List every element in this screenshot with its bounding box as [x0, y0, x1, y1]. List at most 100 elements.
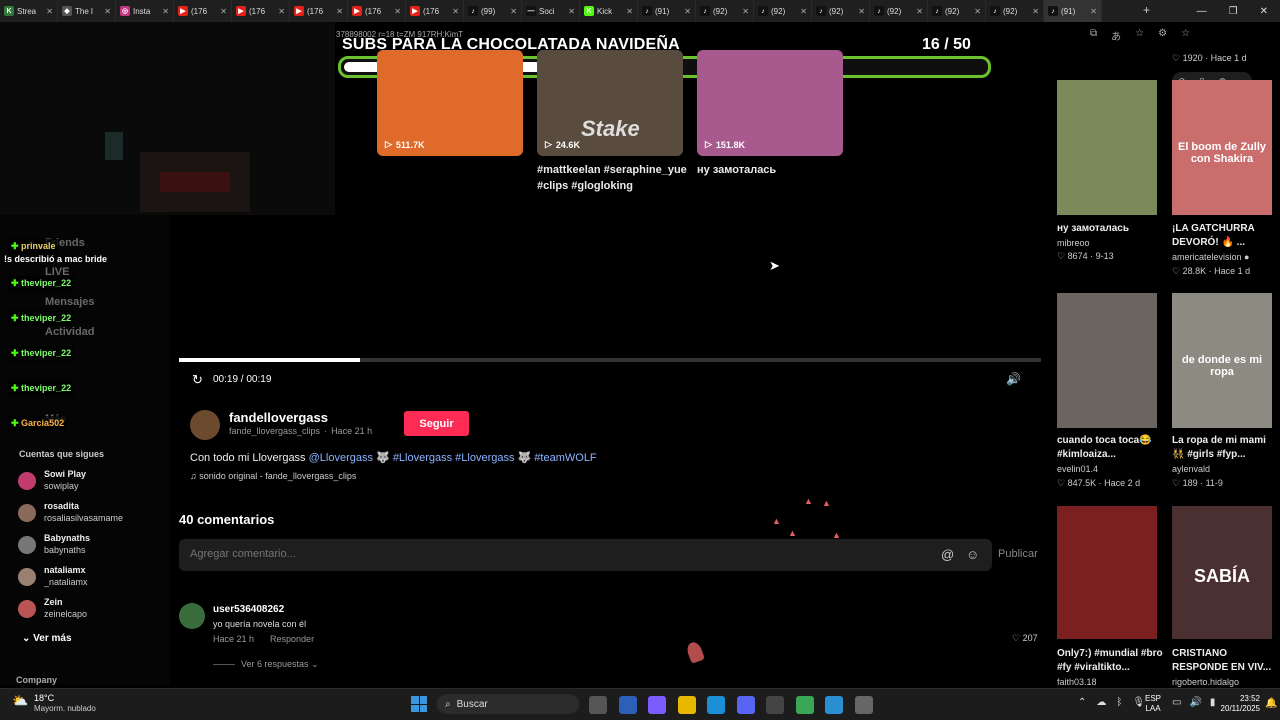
browser-tab[interactable]: ♪ (92) ✕: [986, 0, 1044, 22]
browser-tab[interactable]: ♪ (92) ✕: [870, 0, 928, 22]
sidebar-item-messages[interactable]: Mensajes: [45, 296, 95, 308]
mic-icon[interactable]: 🎙: [1132, 697, 1145, 708]
close-tab-icon[interactable]: ✕: [858, 7, 865, 16]
close-tab-icon[interactable]: ✕: [626, 7, 633, 16]
close-tab-icon[interactable]: ✕: [336, 7, 343, 16]
bluetooth-icon[interactable]: ᛒ: [1116, 697, 1122, 708]
file-explorer-icon[interactable]: [677, 696, 696, 714]
publish-button[interactable]: Publicar: [998, 548, 1038, 560]
video-card[interactable]: ▷ 511.7K: [377, 50, 523, 156]
close-tab-icon[interactable]: ✕: [104, 7, 111, 16]
close-tab-icon[interactable]: ✕: [278, 7, 285, 16]
close-tab-icon[interactable]: ✕: [452, 7, 459, 16]
reply-button[interactable]: Responder: [270, 634, 314, 644]
sound-link[interactable]: ♫ sonido original - fande_llovergass_cli…: [190, 471, 356, 481]
video-card[interactable]: ▷ 151.8K: [697, 50, 843, 156]
volume-icon[interactable]: 🔊: [1006, 372, 1021, 386]
account-avatar[interactable]: [18, 568, 36, 586]
browser-tab[interactable]: ♪ (92) ✕: [812, 0, 870, 22]
follow-button[interactable]: Seguir: [404, 411, 469, 436]
new-tab-icon[interactable]: +: [1143, 3, 1150, 17]
minimize-icon[interactable]: —: [1197, 6, 1207, 17]
chat-username[interactable]: ✚ theviper_22: [8, 276, 75, 291]
comment-username[interactable]: user536408262: [213, 604, 284, 615]
feed-author[interactable]: evelin01.4: [1057, 464, 1098, 474]
description-mention[interactable]: @Llovergass 🐺: [309, 452, 390, 464]
settings-icon[interactable]: [854, 696, 873, 714]
close-tab-icon[interactable]: ✕: [1090, 7, 1097, 16]
sidebar-item-activity[interactable]: Actividad: [45, 326, 95, 338]
browser-tab[interactable]: ◎ Insta ✕: [116, 0, 174, 22]
feed-caption[interactable]: cuando toca toca😂 #kimloaiza...: [1057, 434, 1165, 462]
weather-icon[interactable]: ⛅: [12, 693, 28, 709]
close-tab-icon[interactable]: ✕: [974, 7, 981, 16]
account-name[interactable]: Babynaths: [44, 533, 90, 543]
feed-caption[interactable]: Only7:) #mundial #bro #fy #viraltikto...: [1057, 647, 1165, 675]
discord-icon[interactable]: [736, 696, 755, 714]
microsoft-store-icon[interactable]: [618, 696, 637, 714]
browser-tab[interactable]: ▶ (176 ✕: [290, 0, 348, 22]
feed-caption[interactable]: CRISTIANO RESPONDE EN VIV...: [1172, 647, 1280, 675]
browser-tab[interactable]: ♪ (92) ✕: [928, 0, 986, 22]
description-hashtags[interactable]: #Llovergass #Llovergass 🐺 #teamWOLF: [393, 452, 597, 464]
restore-icon[interactable]: ❐: [1229, 6, 1238, 17]
system-icons[interactable]: ▭ 🔊 ▮: [1172, 697, 1215, 708]
account-avatar[interactable]: [18, 504, 36, 522]
chat-username[interactable]: ✚ prinvale: [8, 239, 59, 254]
replay-icon[interactable]: ↻: [192, 372, 203, 388]
feed-author[interactable]: mibreoo: [1057, 238, 1090, 248]
account-avatar[interactable]: [18, 600, 36, 618]
browser-tab[interactable]: ▶ (176 ✕: [174, 0, 232, 22]
browser-tab[interactable]: ▶ (176 ✕: [348, 0, 406, 22]
feed-thumbnail[interactable]: SABÍA: [1172, 506, 1272, 639]
chevron-up-icon[interactable]: ⌃: [1078, 697, 1086, 708]
language-indicator[interactable]: ESP LAA: [1145, 694, 1161, 714]
chat-username[interactable]: ✚ theviper_22: [8, 311, 75, 326]
close-tab-icon[interactable]: ✕: [568, 7, 575, 16]
account-avatar[interactable]: [18, 472, 36, 490]
feed-author[interactable]: rigoberto.hidalgo: [1172, 677, 1239, 687]
browser-tab[interactable]: ▶ (176 ✕: [406, 0, 464, 22]
account-name[interactable]: nataliamx: [44, 565, 86, 575]
start-button[interactable]: [411, 696, 427, 712]
edge-icon[interactable]: [707, 696, 725, 714]
emoji-icon[interactable]: ☺: [966, 547, 979, 562]
browser-tab[interactable]: — Soci ✕: [522, 0, 580, 22]
close-tab-icon[interactable]: ✕: [510, 7, 517, 16]
close-tab-icon[interactable]: ✕: [742, 7, 749, 16]
account-avatar[interactable]: [18, 536, 36, 554]
close-tab-icon[interactable]: ✕: [916, 7, 923, 16]
browser-tab[interactable]: ♪ (92) ✕: [696, 0, 754, 22]
teams-icon[interactable]: [766, 696, 784, 714]
translate-icon[interactable]: あ: [1111, 28, 1121, 43]
card-caption[interactable]: #mattkeelan #seraphine_yue #clips #glogl…: [537, 162, 687, 194]
account-name[interactable]: Zein: [44, 597, 63, 607]
extensions-icon[interactable]: ⚙: [1158, 28, 1167, 43]
feed-thumbnail[interactable]: [1057, 80, 1157, 215]
company-link[interactable]: Company: [16, 675, 57, 685]
feed-caption[interactable]: ¡LA GATCHURRA DEVORÓ! 🔥 ...: [1172, 222, 1280, 250]
open-app-icon[interactable]: ⧉: [1090, 28, 1097, 43]
browser-tab[interactable]: ♪ (99) ✕: [464, 0, 522, 22]
close-tab-icon[interactable]: ✕: [800, 7, 807, 16]
favorites-icon[interactable]: ☆: [1181, 28, 1190, 43]
feed-author[interactable]: aylenvald: [1172, 464, 1210, 474]
mention-icon[interactable]: @: [941, 547, 954, 562]
onedrive-icon[interactable]: ☁: [1096, 697, 1106, 708]
feed-thumbnail[interactable]: de donde es mi ropa: [1172, 293, 1272, 428]
taskbar-search[interactable]: ⌕ Buscar: [437, 694, 579, 714]
browser-tab[interactable]: ▶ (176 ✕: [232, 0, 290, 22]
video-card[interactable]: Stake ▷ 24.6K: [537, 50, 683, 156]
author-avatar[interactable]: [190, 410, 220, 440]
chat-username[interactable]: ✚ theviper_22: [8, 381, 75, 396]
feed-caption[interactable]: ну замоталась: [1057, 222, 1165, 236]
comment-likes[interactable]: ♡ 207: [1012, 633, 1038, 644]
chat-username[interactable]: ✚ Garcia502: [8, 416, 68, 431]
stream-video-preview[interactable]: [0, 22, 335, 215]
clock[interactable]: 23:52 20/11/2025: [1218, 694, 1260, 714]
feed-thumbnail[interactable]: El boom de Zully con Shakira: [1172, 80, 1272, 215]
feed-caption[interactable]: La ropa de mi mami 👯 #girls #fyp...: [1172, 434, 1280, 462]
browser-tab[interactable]: ♪ (92) ✕: [754, 0, 812, 22]
close-tab-icon[interactable]: ✕: [684, 7, 691, 16]
card-caption[interactable]: ну замоталась: [697, 162, 847, 178]
